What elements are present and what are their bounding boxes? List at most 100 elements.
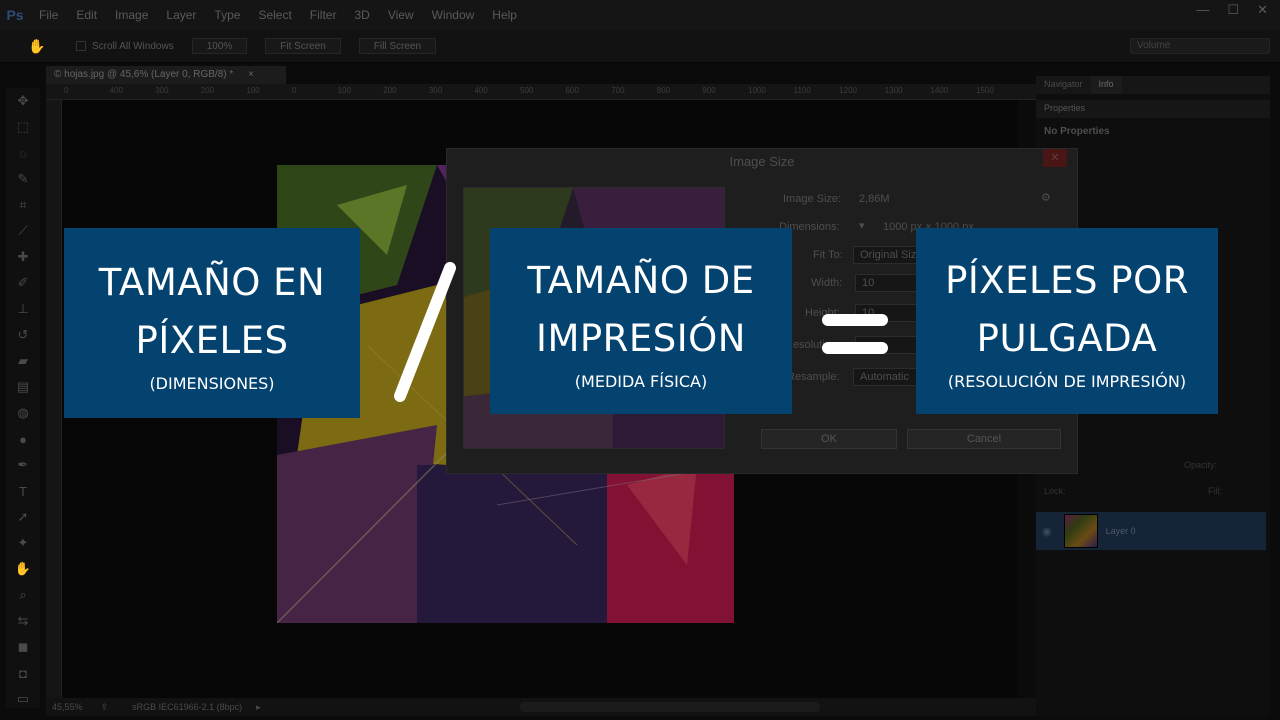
ruler-tick-label: 1100 xyxy=(793,86,811,95)
dimensions-units-dropdown-icon[interactable]: ▾ xyxy=(859,219,865,232)
lasso-tool-icon[interactable]: ◌ xyxy=(6,140,40,166)
card-pixel-size-line2: PÍXELES xyxy=(135,318,289,362)
zoom-level[interactable]: 45,55% xyxy=(52,702,83,712)
layer-row[interactable]: ◉ Layer 0 xyxy=(1036,512,1266,550)
status-arrow-icon[interactable]: ▸ xyxy=(256,702,261,713)
zoom-100-button[interactable]: 100% xyxy=(191,38,248,54)
card-print-size-sub: (MEDIDA FÍSICA) xyxy=(574,371,708,391)
resample-label: Resample: xyxy=(787,371,840,383)
opacity-label: Opacity: xyxy=(1184,460,1218,470)
ruler-tick-label: 400 xyxy=(474,86,488,95)
scroll-all-windows-checkbox[interactable] xyxy=(76,41,86,51)
menu-3d[interactable]: 3D xyxy=(345,8,378,22)
swap-colors-icon[interactable]: ⇆ xyxy=(6,608,40,634)
card-ppi-line1: PÍXELES POR xyxy=(945,258,1189,302)
minimize-icon[interactable]: — xyxy=(1196,2,1209,18)
ruler-tick-label: 1000 xyxy=(748,86,766,95)
menu-view[interactable]: View xyxy=(379,8,423,22)
properties-panel-title[interactable]: Properties xyxy=(1036,100,1270,118)
ruler-tick-label: 800 xyxy=(656,86,671,95)
eyedropper-tool-icon[interactable]: ⟋ xyxy=(6,218,40,244)
cancel-button[interactable]: Cancel xyxy=(907,429,1061,449)
menu-image[interactable]: Image xyxy=(106,8,157,22)
ruler-tick-label: 1500 xyxy=(976,86,994,95)
quick-mask-icon[interactable]: ◘ xyxy=(6,660,40,686)
ruler-tick-label: 1300 xyxy=(884,86,903,95)
card-print-size-line1: TAMAÑO DE xyxy=(527,258,755,302)
ruler-tick-label: 200 xyxy=(383,86,397,95)
color-profile: sRGB IEC61966-2.1 (8bpc) xyxy=(132,702,243,712)
card-pixel-size-sub: (DIMENSIONES) xyxy=(149,373,275,393)
ruler-tick-label: 700 xyxy=(611,86,625,95)
horizontal-scrollbar[interactable] xyxy=(520,702,820,712)
gradient-tool-icon[interactable]: ▤ xyxy=(6,374,40,400)
ruler-tick-label: 600 xyxy=(565,86,579,95)
stamp-tool-icon[interactable]: ⊥ xyxy=(6,296,40,322)
crop-tool-icon[interactable]: ⌗ xyxy=(6,192,40,218)
tab-info[interactable]: Info xyxy=(1090,76,1122,94)
ruler-tick-label: 300 xyxy=(155,86,169,95)
tab-navigator[interactable]: Navigator xyxy=(1036,76,1091,94)
ruler-tick-label: 500 xyxy=(520,86,534,95)
dialog-gear-icon[interactable]: ⚙ xyxy=(1041,191,1051,204)
document-tab-close-icon[interactable]: × xyxy=(248,69,254,80)
width-label: Width: xyxy=(811,277,843,289)
ruler-tick-label: 0 xyxy=(292,86,297,95)
screen-mode-icon[interactable]: ▭ xyxy=(6,686,40,712)
dialog-title: Image Size xyxy=(729,154,795,169)
menu-filter[interactable]: Filter xyxy=(301,8,346,22)
history-brush-tool-icon[interactable]: ↺ xyxy=(6,322,40,348)
window-controls: — ☐ ✕ xyxy=(1196,2,1268,18)
equals-sign-bottom-bar xyxy=(822,342,888,354)
pen-tool-icon[interactable]: ✒ xyxy=(6,452,40,478)
menu-file[interactable]: File xyxy=(30,8,67,22)
export-icon[interactable]: ⇪ xyxy=(101,702,109,713)
vertical-ruler xyxy=(46,100,62,698)
hand-tool-icon[interactable]: ✋ xyxy=(28,38,45,54)
quick-select-tool-icon[interactable]: ✎ xyxy=(6,166,40,192)
path-select-tool-icon[interactable]: ➚ xyxy=(6,504,40,530)
move-tool-icon[interactable]: ✥ xyxy=(6,88,40,114)
color-swatches-icon[interactable]: ◼ xyxy=(6,634,40,660)
eraser-tool-icon[interactable]: ▰ xyxy=(6,348,40,374)
card-ppi-sub: (RESOLUCIÓN DE IMPRESIÓN) xyxy=(947,371,1187,391)
dodge-tool-icon[interactable]: ● xyxy=(6,426,40,452)
image-size-value: 2,86M xyxy=(859,193,890,205)
menu-help[interactable]: Help xyxy=(483,8,526,22)
ok-button[interactable]: OK xyxy=(761,429,897,449)
visibility-eye-icon[interactable]: ◉ xyxy=(1042,525,1052,538)
card-print-size: TAMAÑO DE IMPRESIÓN (MEDIDA FÍSICA) xyxy=(490,228,792,414)
hand-tool-active-icon[interactable]: ✋ xyxy=(6,556,40,582)
division-slash-icon xyxy=(394,262,456,402)
layer-name[interactable]: Layer 0 xyxy=(1106,526,1136,536)
fill-screen-button[interactable]: Fill Screen xyxy=(358,38,437,54)
document-tab[interactable]: © hojas.jpg @ 45,6% (Layer 0, RGB/8) * × xyxy=(46,66,286,84)
blur-tool-icon[interactable]: ◍ xyxy=(6,400,40,426)
document-tab-title: © hojas.jpg @ 45,6% (Layer 0, RGB/8) * xyxy=(54,69,234,80)
brush-tool-icon[interactable]: ✐ xyxy=(6,270,40,296)
scroll-all-windows-label: Scroll All Windows xyxy=(92,40,174,52)
menu-window[interactable]: Window xyxy=(423,8,484,22)
menu-layer[interactable]: Layer xyxy=(157,8,205,22)
healing-tool-icon[interactable]: ✚ xyxy=(6,244,40,270)
marquee-tool-icon[interactable]: ⬚ xyxy=(6,114,40,140)
card-print-size-line2: IMPRESIÓN xyxy=(536,316,746,360)
ruler-tick-label: 300 xyxy=(428,86,443,95)
type-tool-icon[interactable]: T xyxy=(6,478,40,504)
menu-select[interactable]: Select xyxy=(249,8,300,22)
lock-row: Lock: Fill: xyxy=(1036,486,1270,502)
zoom-tool-icon[interactable]: ⌕ xyxy=(6,582,40,608)
maximize-icon[interactable]: ☐ xyxy=(1227,2,1239,18)
width-input[interactable]: 10 xyxy=(855,274,925,292)
shape-tool-icon[interactable]: ✦ xyxy=(6,530,40,556)
card-pixel-size-line1: TAMAÑO EN xyxy=(98,260,326,304)
workspace-select[interactable]: Volume xyxy=(1130,38,1270,54)
fit-screen-button[interactable]: Fit Screen xyxy=(265,38,341,54)
photoshop-logo: Ps xyxy=(6,7,24,23)
menu-edit[interactable]: Edit xyxy=(67,8,106,22)
dialog-close-icon[interactable]: ✕ xyxy=(1043,149,1067,167)
equals-sign-top-bar xyxy=(822,314,888,326)
close-icon[interactable]: ✕ xyxy=(1257,2,1268,18)
ruler-tick-label: 1400 xyxy=(930,86,949,95)
menu-type[interactable]: Type xyxy=(205,8,249,22)
